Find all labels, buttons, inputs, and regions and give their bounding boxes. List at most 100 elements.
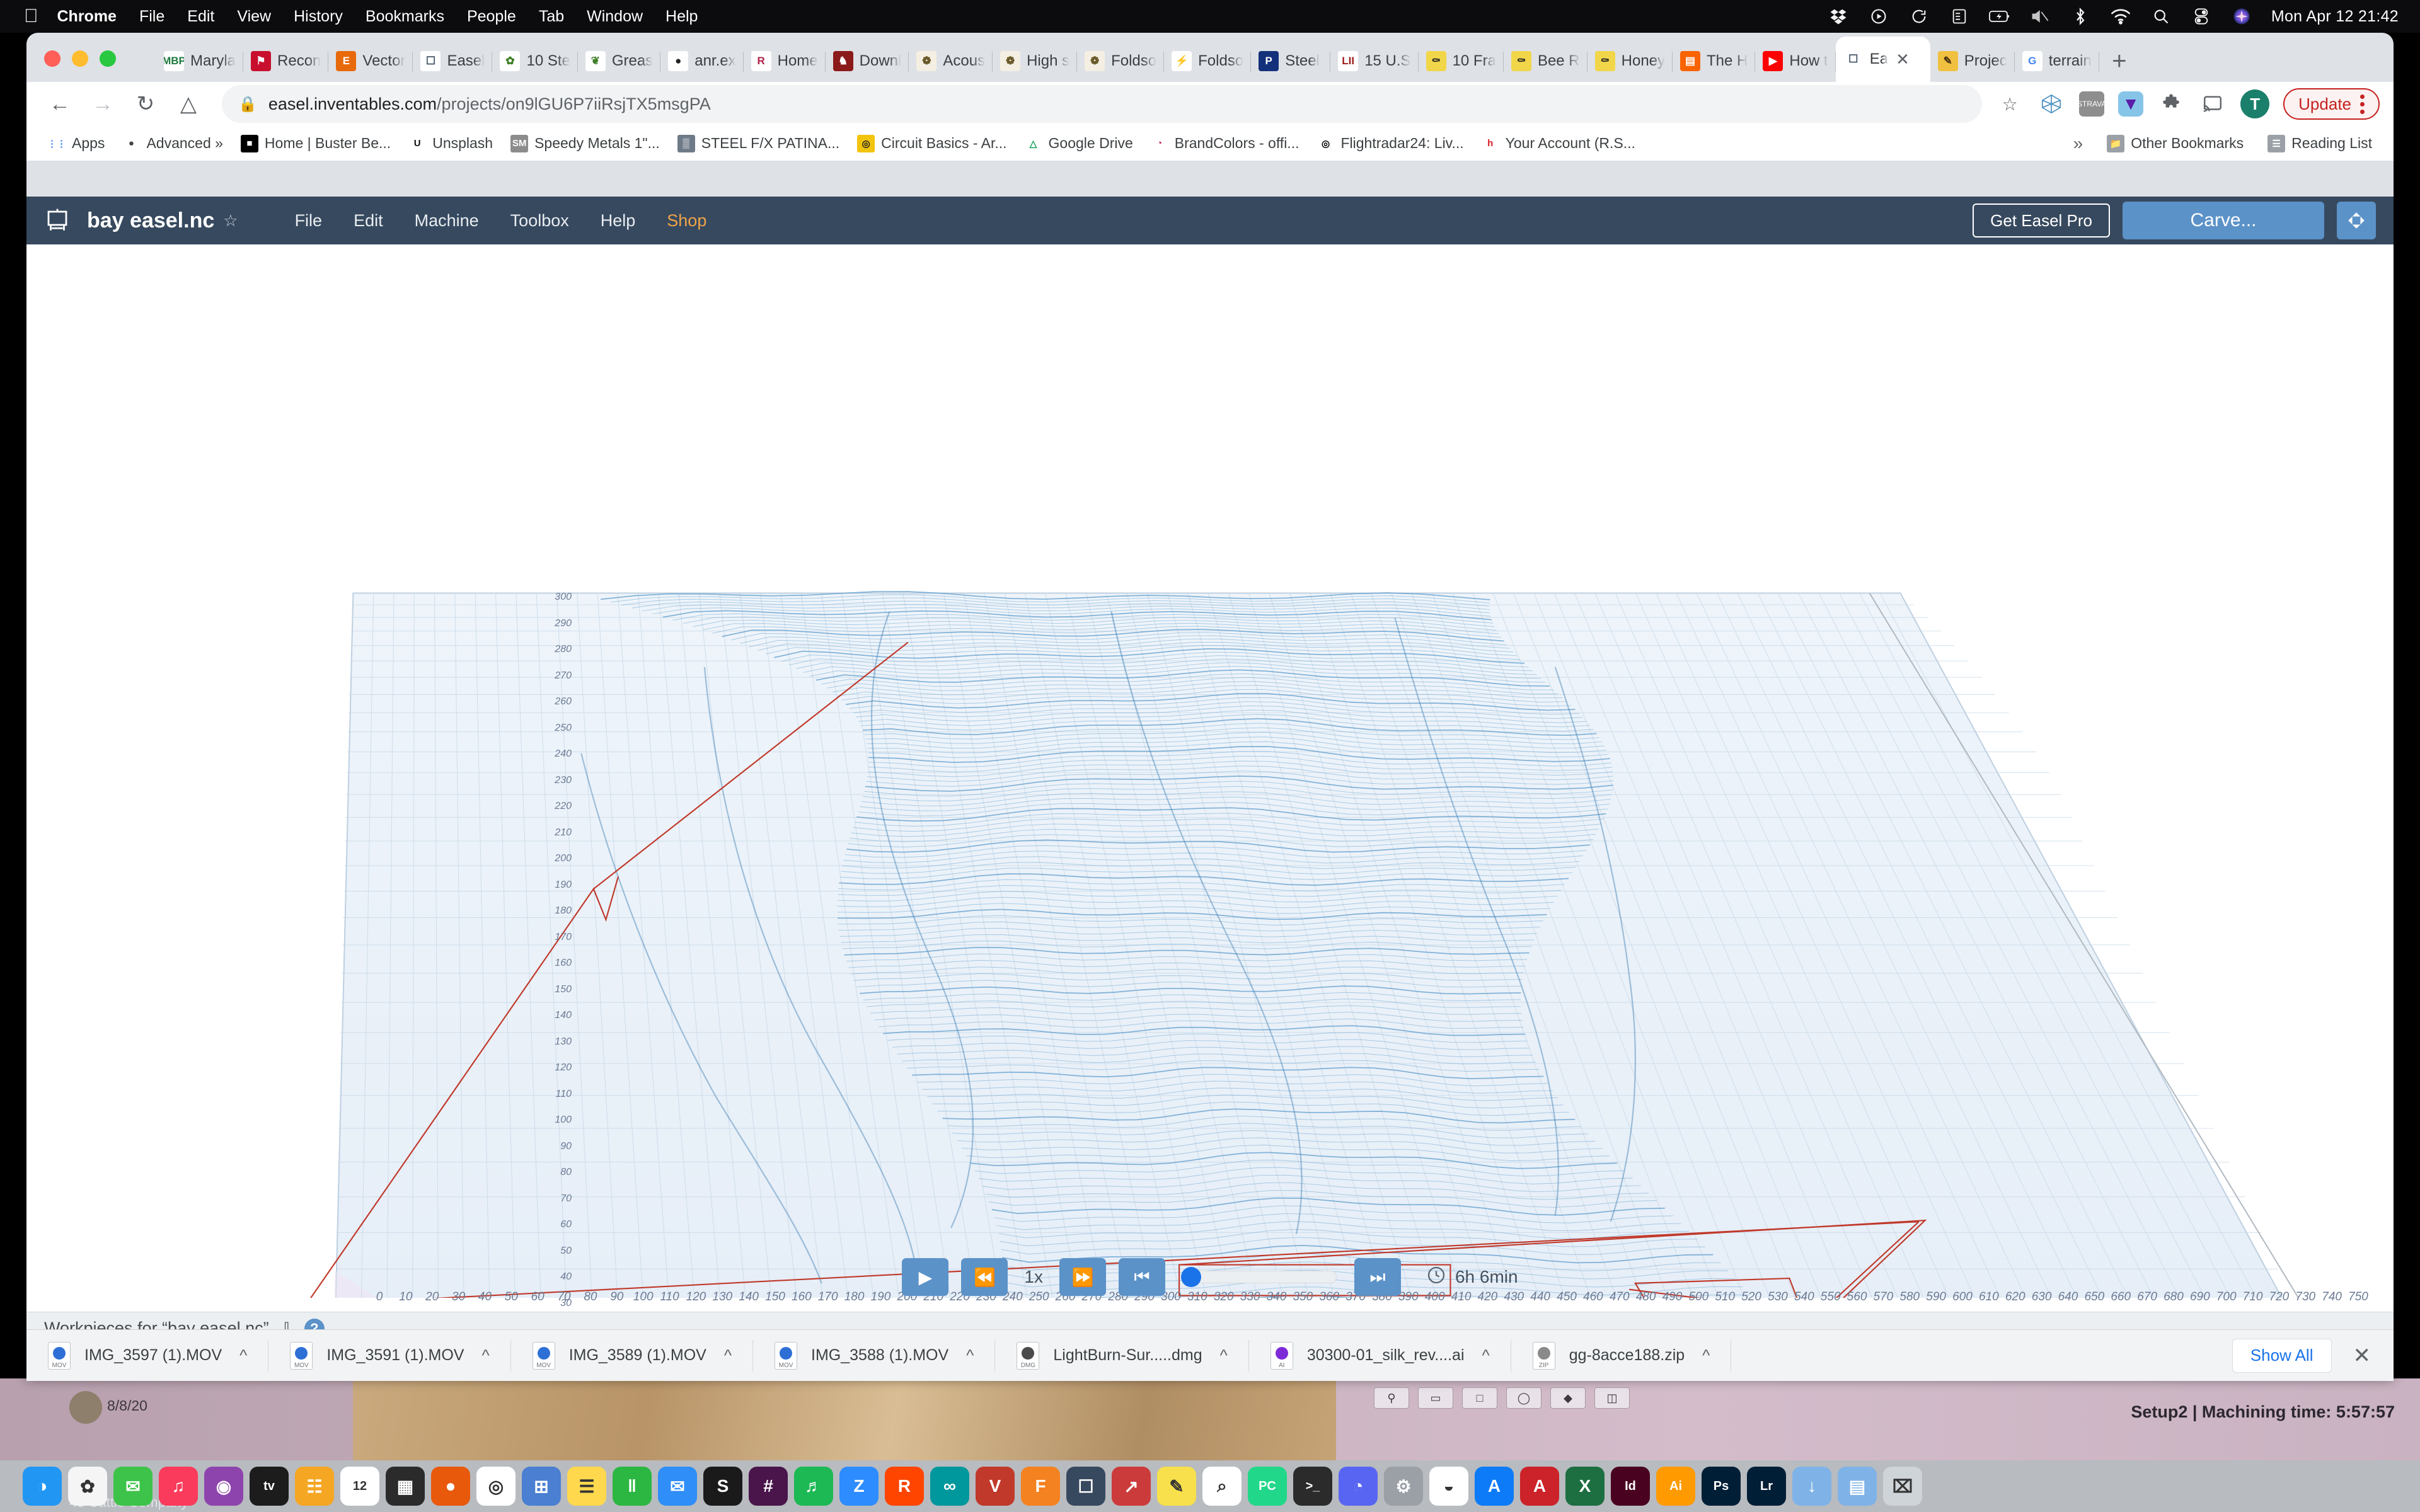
close-icon[interactable]: ✕ [2353,1343,2371,1368]
browser-tab-3[interactable]: ☐ Easel [413,40,493,82]
easel-menu-machine[interactable]: Machine [415,211,479,231]
dock-item-appstore[interactable]: A [1475,1467,1514,1506]
browser-tab-2[interactable]: E Vector [328,40,413,82]
back-arrow-icon[interactable]: ← [40,84,79,123]
chevron-up-icon[interactable]: ^ [966,1346,974,1365]
control-center-icon[interactable] [2191,6,2212,27]
battery-charging-icon[interactable] [1988,6,2010,27]
browser-tab-20[interactable]: ☐ Ea ✕ [1835,37,1930,82]
dock-item-settings[interactable]: ⚙ [1384,1467,1423,1506]
update-button[interactable]: Update [2283,88,2380,120]
skip-to-start-icon[interactable]: ⏮ [1118,1258,1165,1296]
plane-tool-icon[interactable]: □ [1462,1387,1497,1409]
dock-item-terminal[interactable]: >_ [1293,1467,1332,1506]
dock-item-slack[interactable]: # [749,1467,788,1506]
browser-tab-13[interactable]: P Steel [1251,40,1331,82]
bookmark-item-5[interactable]: ▒ STEEL F/X PATINA... [669,130,848,158]
dock-item-stickies[interactable]: ✎ [1157,1467,1196,1506]
easel-menu-help[interactable]: Help [601,211,636,231]
chevron-up-icon[interactable]: ^ [481,1346,489,1365]
dock-item-mail[interactable]: ✉ [658,1467,697,1506]
dock-item-finder[interactable]: ◑ [23,1467,62,1506]
download-item-0[interactable]: MOV IMG_3597 (1).MOV ^ [26,1330,269,1382]
rewind-icon[interactable]: ⏪ [961,1258,1008,1296]
browser-tab-12[interactable]: ⚡ Foldso [1164,40,1252,82]
forward-arrow-icon[interactable]: → [83,84,122,123]
dock-item-excel[interactable]: X [1565,1467,1605,1506]
chevron-up-icon[interactable]: ^ [1220,1346,1228,1365]
carve-button[interactable]: Carve... [2123,202,2324,239]
bookmark-item-2[interactable]: ■ Home | Buster Be... [232,130,400,158]
dock-item-books[interactable]: ☷ [295,1467,334,1506]
reload-icon[interactable]: ↻ [126,84,165,123]
download-item-2[interactable]: MOV IMG_3589 (1).MOV ^ [511,1330,754,1382]
browser-tab-11[interactable]: ❁ Foldso [1077,40,1165,82]
bookmark-item-6[interactable]: ◎ Circuit Basics - Ar... [848,130,1015,158]
dock-item-documents-folder[interactable]: ▤ [1838,1467,1877,1506]
easel-menu-toolbox[interactable]: Toolbox [510,211,569,231]
profile-avatar[interactable]: T [2240,89,2270,118]
strava-icon[interactable]: STRAVA [2077,91,2106,117]
browser-tab-1[interactable]: ⚑ Recon [243,40,329,82]
dock-item-acrobat[interactable]: A [1520,1467,1559,1506]
dock-item-lightburn[interactable]: ↗ [1112,1467,1151,1506]
dock-item-appletv[interactable]: tv [250,1467,289,1506]
toolpath-viewport[interactable]: 0102030405060708090100110120130140150160… [26,408,2394,1318]
browser-tab-9[interactable]: ❁ Acous [909,40,993,82]
skip-to-end-icon[interactable]: ⏭ [1354,1258,1401,1296]
menubar-item-view[interactable]: View [237,8,271,26]
select-tool-icon[interactable]: ⚲ [1374,1387,1409,1409]
backup-icon[interactable] [1908,6,1930,27]
bookmark-item-3[interactable]: U Unsplash [400,130,502,158]
sketch-tool-icon[interactable]: ◯ [1506,1387,1541,1409]
get-easel-pro-button[interactable]: Get Easel Pro [1973,203,2110,238]
dock-item-discord[interactable]: ◔ [1339,1467,1378,1506]
box-tool-icon[interactable]: ▭ [1418,1387,1453,1409]
dock-item-safari[interactable]: ◒ [1429,1467,1468,1506]
window-controls[interactable] [44,50,116,67]
dock-item-photos[interactable]: ✿ [68,1467,107,1506]
dock-item-arduino[interactable]: ∞ [930,1467,969,1506]
measure-tool-icon[interactable]: ◫ [1594,1387,1630,1409]
minimize-window-button[interactable] [72,50,88,67]
show-all-downloads-button[interactable]: Show All [2232,1338,2332,1373]
wifi-icon[interactable] [2110,6,2131,27]
download-item-6[interactable]: ZIP gg-8acce188.zip ^ [1511,1330,1732,1382]
play-icon[interactable]: ▶ [902,1258,949,1296]
menubar-item-history[interactable]: History [294,8,343,26]
dock-item-pycharm[interactable]: PC [1248,1467,1287,1506]
browser-tab-18[interactable]: ▤ The H [1673,40,1756,82]
dock-item-sonos[interactable]: S [703,1467,742,1506]
menubar-item-edit[interactable]: Edit [187,8,214,26]
easel-logo-icon[interactable] [44,207,71,234]
dock-item-messages[interactable]: ✉ [113,1467,153,1506]
new-tab-button[interactable]: + [2099,40,2140,82]
inventables-icon[interactable] [2037,90,2065,118]
browser-tab-4[interactable]: ✿ 10 Ste [492,40,578,82]
cast-icon[interactable] [2199,90,2227,118]
dock-item-lightroom[interactable]: Lr [1747,1467,1786,1506]
expand-arrows-icon[interactable] [2337,202,2376,239]
dock-item-zoom[interactable]: Z [839,1467,879,1506]
apple-icon[interactable]:  [24,7,38,26]
slider-handle[interactable] [1180,1267,1201,1287]
browser-tab-15[interactable]: ⚰ 10 Fra [1419,40,1504,82]
bookmark-item-10[interactable]: h Your Account (R.S... [1473,130,1644,158]
dock-item-easel[interactable]: ☐ [1066,1467,1105,1506]
play-circle-icon[interactable] [1868,6,1889,27]
browser-tab-10[interactable]: ❁ High s [993,40,1078,82]
maximize-window-button[interactable] [100,50,116,67]
download-item-4[interactable]: DMG LightBurn-Sur.....dmg ^ [995,1330,1250,1382]
dock-item-indesign[interactable]: Id [1611,1467,1650,1506]
bookmark-item-8[interactable]: ◔ BrandColors - offi... [1142,130,1308,158]
other-bookmarks-folder[interactable]: 📁 Other Bookmarks [2098,130,2252,158]
dock-item-chrome[interactable]: ◎ [476,1467,516,1506]
bookmark-item-4[interactable]: SM Speedy Metals 1"... [502,130,669,158]
dock-item-music[interactable]: ♫ [159,1467,198,1506]
chevron-up-icon[interactable]: ^ [239,1346,247,1365]
bluetooth-icon[interactable] [2070,6,2091,27]
browser-tab-21[interactable]: ✎ Projec [1930,40,2015,82]
dropbox-icon[interactable] [1828,6,1849,27]
dock-item-fusion360[interactable]: F [1021,1467,1060,1506]
download-item-5[interactable]: AI 30300-01_silk_rev....ai ^ [1249,1330,1511,1382]
